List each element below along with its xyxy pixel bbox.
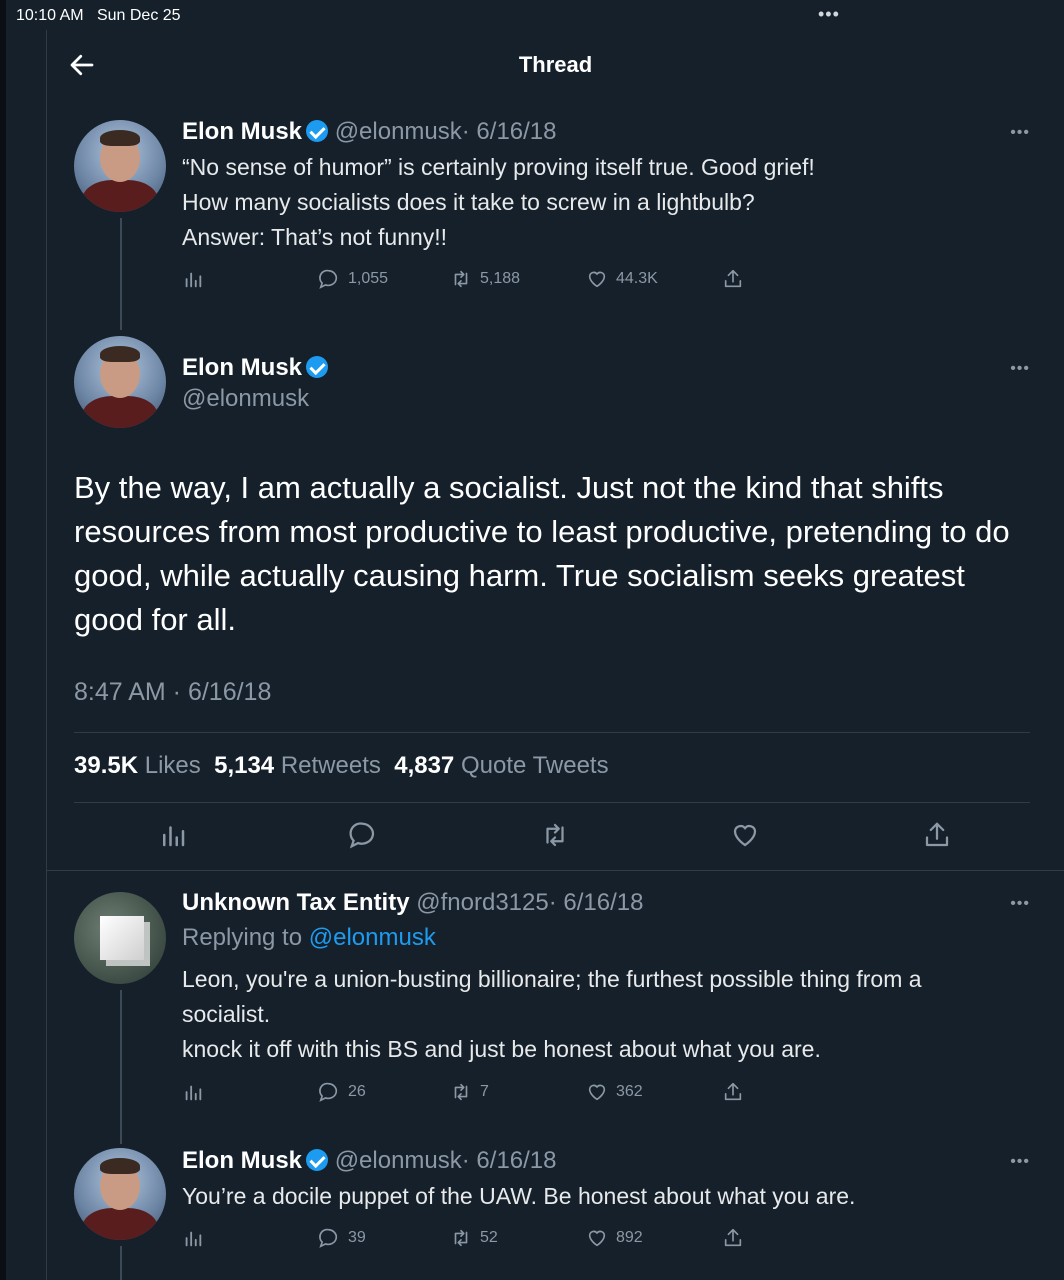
avatar[interactable] [74,892,166,984]
retweet-count: 52 [480,1229,498,1246]
retweet-count: 7 [480,1083,489,1100]
verified-badge-icon [306,120,329,142]
reply-icon [319,1082,338,1102]
share-button[interactable] [722,1081,744,1103]
retweet-icon[interactable] [540,820,570,850]
reply-button[interactable]: 39 [318,1227,366,1249]
author-handle[interactable]: @elonmusk [335,1147,462,1174]
divider [74,802,1030,803]
status-bar: 10:10 AM Sun Dec 25 ••• [6,0,1064,30]
replying-to-link[interactable]: @elonmusk [309,924,436,951]
more-icon[interactable]: ••• [1010,360,1030,378]
page-title: Thread [518,52,593,77]
retweet-icon [454,270,468,288]
like-count: 362 [616,1083,643,1100]
verified-badge-icon [306,1149,329,1171]
analytics-button[interactable] [182,1227,204,1249]
tweet-body: You’re a docile puppet of the UAW. Be ho… [182,1183,856,1209]
main-tweet-body: By the way, I am actually a socialist. J… [74,470,1010,637]
tweet-body: Leon, you're a union-busting billionaire… [182,966,922,1062]
share-icon [724,269,742,288]
like-icon[interactable] [730,820,760,850]
reply-count: 39 [348,1229,366,1246]
reply-icon [319,1228,338,1248]
reply-button[interactable]: 26 [318,1081,366,1103]
reply-icon[interactable] [348,820,378,850]
tweet-header: Elon Musk @elonmusk· 6/16/18 [182,1147,557,1175]
author-name[interactable]: Elon Musk [182,118,302,145]
like-button[interactable]: 362 [586,1081,643,1103]
author-handle[interactable]: @elonmusk [335,118,462,145]
app-frame: 10:10 AM Sun Dec 25 ••• Thread Elon Musk… [0,0,1064,1280]
main-tweet-timestamp[interactable]: 8:47 AM · 6/16/18 [74,678,271,707]
retweets-stat[interactable]: 5,134 Retweets [214,752,381,779]
main-author-name-row: Elon Musk [182,354,329,382]
tweet-body: “No sense of humor” is certainly proving… [182,154,815,250]
retweet-button[interactable]: 52 [450,1227,498,1249]
analytics-icon[interactable] [158,820,188,850]
divider [74,732,1030,733]
retweet-icon [454,1083,468,1101]
replying-to: Replying to @elonmusk [182,924,436,951]
like-count: 44.3K [616,270,658,287]
like-button[interactable]: 44.3K [586,268,658,290]
avatar[interactable] [74,1148,166,1240]
likes-stat[interactable]: 39.5K Likes [74,752,201,779]
tweet-header: Unknown Tax Entity @fnord3125· 6/16/18 [182,889,643,917]
status-time: 10:10 AM Sun Dec 25 [16,7,181,24]
tweet-header: Elon Musk @elonmusk· 6/16/18 [182,118,557,146]
thread-connector [120,1246,122,1280]
author-name[interactable]: Elon Musk [182,354,302,381]
multitask-dots-icon[interactable]: ••• [818,4,840,25]
tweet-date[interactable]: · 6/16/18 [462,1147,557,1174]
share-button[interactable] [722,1227,744,1249]
share-button[interactable] [722,268,744,290]
analytics-button[interactable] [182,1081,204,1103]
reply-count: 26 [348,1083,366,1100]
tweet-actions: 1,055 5,188 44.3K [182,268,782,294]
tweet-actions: 26 7 362 [182,1081,782,1107]
thread-header: Thread [47,30,1064,102]
like-icon [588,271,606,288]
more-icon[interactable]: ••• [1010,895,1030,913]
like-count: 892 [616,1229,643,1246]
reply-count: 1,055 [348,270,389,287]
like-icon [588,1230,606,1247]
analytics-icon [185,1085,202,1101]
tweet-date[interactable]: · 6/16/18 [462,118,557,145]
more-icon[interactable]: ••• [1010,124,1030,142]
like-icon [588,1084,606,1101]
quote-tweets-stat[interactable]: 4,837 Quote Tweets [394,752,608,779]
thread-connector [120,990,122,1144]
tweet-actions: 39 52 892 [182,1227,782,1253]
author-handle[interactable]: @elonmusk [182,385,309,413]
analytics-icon [185,272,202,288]
reply-icon [319,269,338,289]
like-button[interactable]: 892 [586,1227,643,1249]
author-name[interactable]: Unknown Tax Entity [182,889,410,916]
avatar[interactable] [74,336,166,428]
verified-badge-icon [306,356,329,378]
avatar[interactable] [74,120,166,212]
more-icon[interactable]: ••• [1010,1153,1030,1171]
analytics-button[interactable] [182,268,204,290]
retweet-button[interactable]: 5,188 [450,268,520,290]
retweet-button[interactable]: 7 [450,1081,489,1103]
divider [47,870,1064,871]
share-icon[interactable] [922,820,952,850]
author-handle[interactable]: @fnord3125 [416,889,548,916]
tweet-date[interactable]: · 6/16/18 [549,889,644,916]
retweet-count: 5,188 [480,270,521,287]
share-icon [724,1228,742,1247]
reply-button[interactable]: 1,055 [318,268,388,290]
thread-connector [120,218,122,330]
author-name[interactable]: Elon Musk [182,1147,302,1174]
engagement-stats: 39.5K Likes 5,134 Retweets 4,837 Quote T… [74,752,609,780]
share-icon [724,1082,742,1101]
analytics-icon [185,1231,202,1247]
left-rail-divider [46,30,47,1280]
retweet-icon [454,1229,468,1247]
main-tweet-actions [74,820,974,854]
